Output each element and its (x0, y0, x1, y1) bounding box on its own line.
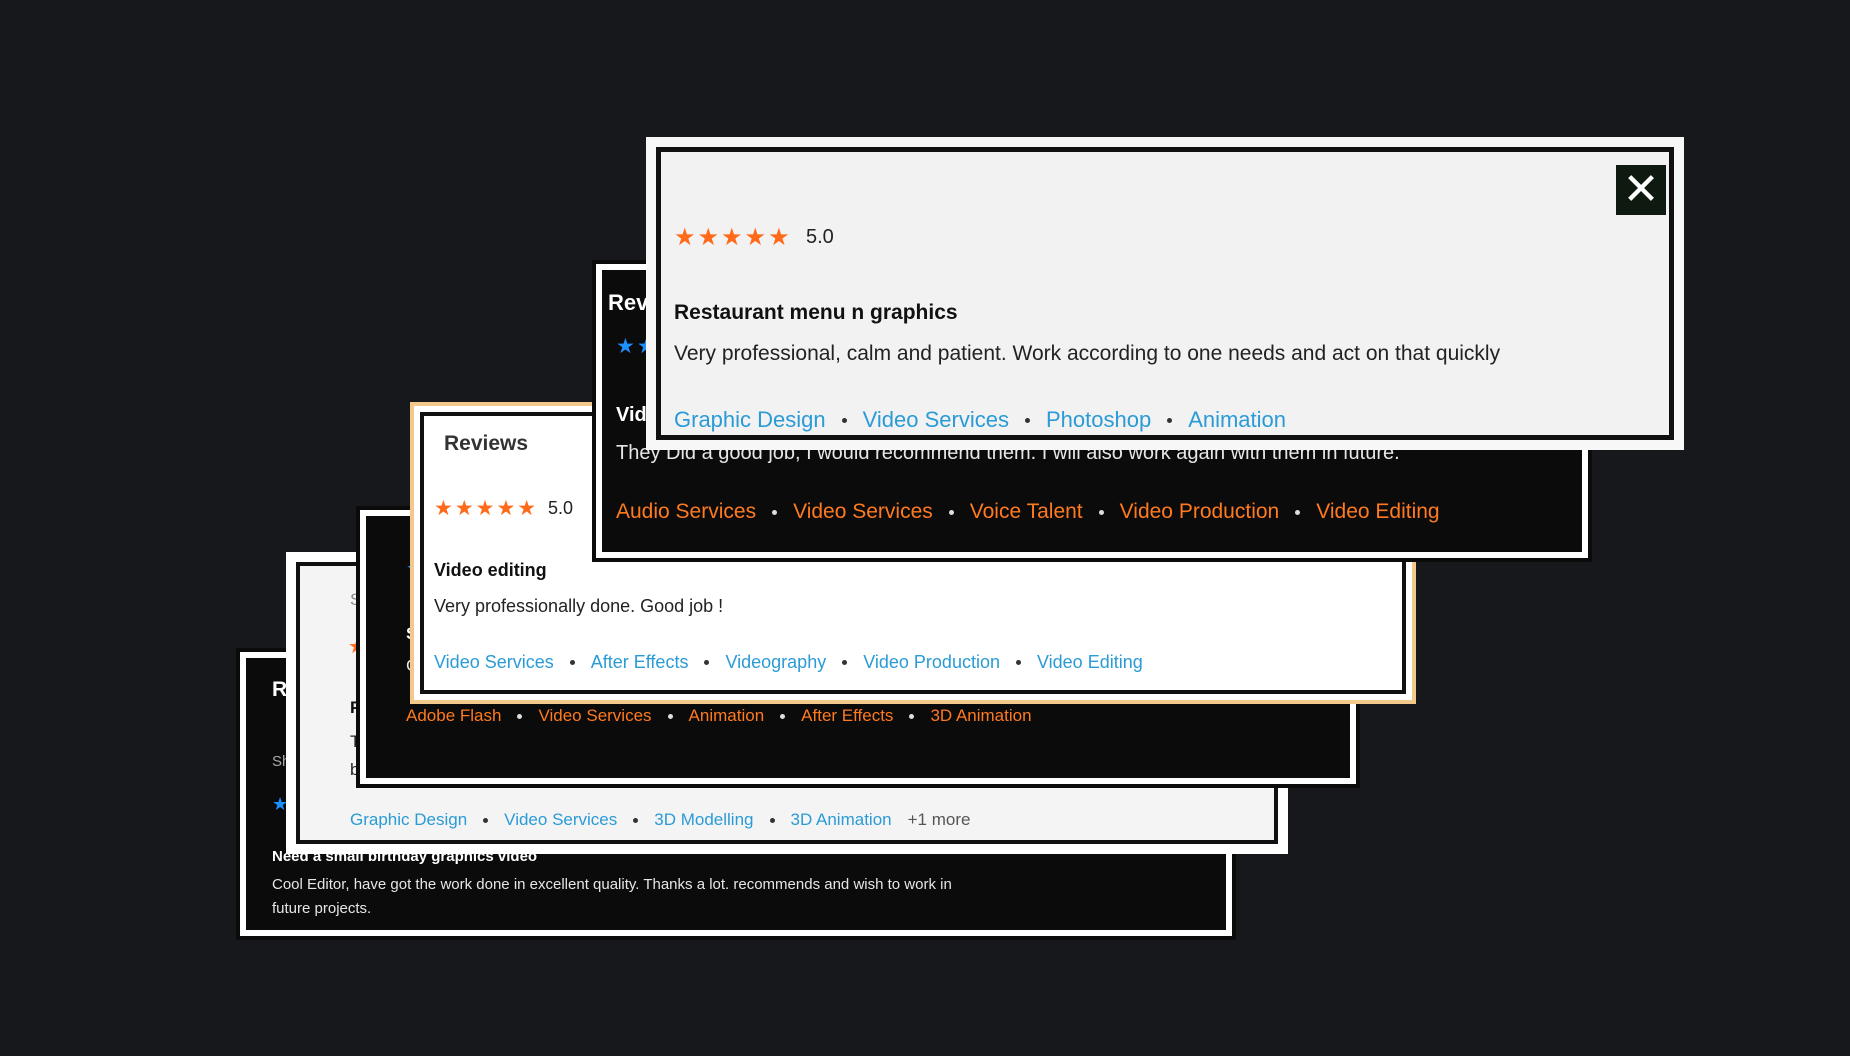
tag-3d-animation[interactable]: 3D Animation (791, 810, 892, 830)
tag-3d-animation[interactable]: 3D Animation (930, 706, 1031, 726)
rating-value: 5.0 (806, 226, 834, 248)
tag-separator (948, 509, 954, 515)
rating-stars: ★★★★★ (434, 497, 539, 520)
rating-stars: ★ (272, 794, 291, 814)
card-frame (656, 147, 1674, 440)
tag-video-production[interactable]: Video Production (1120, 500, 1280, 524)
rating-value: 5.0 (548, 498, 574, 518)
tag-separator (769, 817, 775, 823)
tag-video-services[interactable]: Video Services (538, 706, 651, 726)
review-body: Very professional, calm and patient. Wor… (674, 342, 1501, 365)
tag-graphic-design[interactable]: Graphic Design (350, 810, 467, 830)
tag-list: Graphic Design Video Services Photoshop … (674, 407, 1286, 433)
tag-adobe-flash[interactable]: Adobe Flash (406, 706, 501, 726)
tag-list: Audio Services Video Services Voice Tale… (616, 500, 1440, 524)
review-body-cont: b (350, 760, 360, 779)
tag-videography[interactable]: Videography (725, 652, 826, 673)
tag-separator (842, 660, 848, 665)
review-title: Video editing (434, 560, 547, 580)
tag-photoshop[interactable]: Photoshop (1046, 407, 1151, 433)
tag-separator (1295, 509, 1301, 515)
tag-separator (704, 660, 710, 665)
tag-animation[interactable]: Animation (1188, 407, 1286, 433)
tag-separator (1015, 660, 1021, 665)
tag-separator (841, 417, 847, 423)
tag-video-production[interactable]: Video Production (863, 652, 1000, 673)
tag-separator (569, 660, 575, 665)
review-body: T (350, 732, 361, 751)
tag-video-services[interactable]: Video Services (434, 652, 554, 673)
reviews-heading: Reviews (444, 432, 529, 455)
tag-3d-modelling[interactable]: 3D Modelling (654, 810, 753, 830)
tag-video-editing[interactable]: Video Editing (1316, 500, 1439, 524)
rating-stars: ★★★★★ (674, 224, 792, 251)
review-title: Vid (616, 404, 647, 426)
review-body: Cool Editor, have got the work done in e… (272, 876, 952, 893)
tag-separator (1024, 417, 1030, 423)
tag-video-editing[interactable]: Video Editing (1037, 652, 1143, 673)
tag-separator (667, 713, 673, 719)
tag-graphic-design[interactable]: Graphic Design (674, 407, 826, 433)
tag-audio-services[interactable]: Audio Services (616, 500, 756, 524)
more-tags-link[interactable]: +1 more (908, 810, 971, 830)
review-title: Need a small birthday graphics video (272, 848, 538, 865)
tag-list: Graphic Design Video Services 3D Modelli… (350, 810, 970, 830)
tag-separator (772, 509, 778, 515)
tag-animation[interactable]: Animation (689, 706, 765, 726)
tag-separator (633, 817, 639, 823)
tag-after-effects[interactable]: After Effects (801, 706, 893, 726)
close-icon[interactable]: ✕ (1616, 165, 1666, 215)
sort-label: Sh (272, 753, 291, 770)
review-title: Restaurant menu n graphics (674, 301, 958, 324)
tag-video-services[interactable]: Video Services (504, 810, 617, 830)
tag-video-services[interactable]: Video Services (793, 500, 933, 524)
review-body-cont: future projects. (272, 900, 372, 917)
tag-voice-talent[interactable]: Voice Talent (970, 500, 1083, 524)
tag-separator (909, 713, 915, 719)
tag-after-effects[interactable]: After Effects (591, 652, 689, 673)
review-body: Very professionally done. Good job ! (434, 596, 724, 616)
tag-separator (483, 817, 489, 823)
review-card-6: ✕ ★★★★★ 5.0 Restaurant menu n graphics V… (648, 139, 1682, 448)
tag-separator (1098, 509, 1104, 515)
tag-separator (780, 713, 786, 719)
tag-separator (517, 713, 523, 719)
tag-video-services[interactable]: Video Services (863, 407, 1009, 433)
tag-separator (1167, 417, 1173, 423)
tag-list: Adobe Flash Video Services Animation Aft… (406, 706, 1032, 726)
tag-list: Video Services After Effects Videography… (434, 652, 1143, 673)
